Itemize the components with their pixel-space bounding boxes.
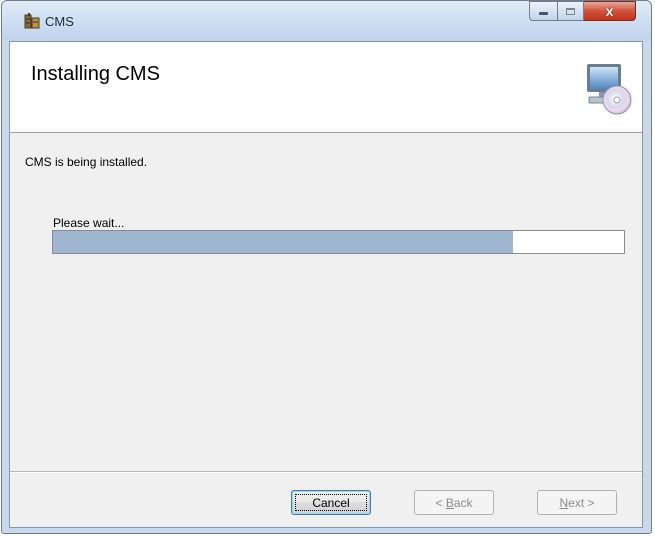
progress-fill xyxy=(53,231,514,253)
close-icon: x xyxy=(605,3,614,19)
maximize-button[interactable] xyxy=(558,1,584,21)
next-button-label: ext > xyxy=(568,495,595,510)
close-button[interactable]: x xyxy=(584,1,636,21)
installer-package-icon xyxy=(24,13,40,29)
maximize-icon xyxy=(566,7,575,15)
title-bar[interactable]: CMS x xyxy=(2,1,651,41)
progress-label: Please wait... xyxy=(53,216,125,230)
back-button[interactable]: < Back xyxy=(414,490,494,515)
next-button[interactable]: Next > xyxy=(537,490,617,515)
installer-window: CMS x Installing CMS CMS is being instal… xyxy=(1,0,652,534)
next-button-mnemonic: N xyxy=(559,495,569,510)
computer-cd-icon xyxy=(587,64,632,115)
back-button-prefix: < xyxy=(435,495,446,510)
footer-divider-highlight xyxy=(10,472,642,473)
window-title: CMS xyxy=(45,14,74,29)
back-button-mnemonic: B xyxy=(445,495,454,510)
dialog-client-area: Installing CMS CMS is being installed. P… xyxy=(9,41,643,528)
dialog-header: Installing CMS xyxy=(10,42,642,133)
minimize-icon xyxy=(539,12,548,15)
install-progress-bar xyxy=(52,230,625,254)
page-title: Installing CMS xyxy=(31,63,160,85)
minimize-button[interactable] xyxy=(529,1,558,21)
cancel-button[interactable]: Cancel xyxy=(291,490,371,515)
back-button-label: ack xyxy=(453,495,473,510)
focus-rectangle xyxy=(295,494,367,511)
status-text: CMS is being installed. xyxy=(25,155,148,169)
